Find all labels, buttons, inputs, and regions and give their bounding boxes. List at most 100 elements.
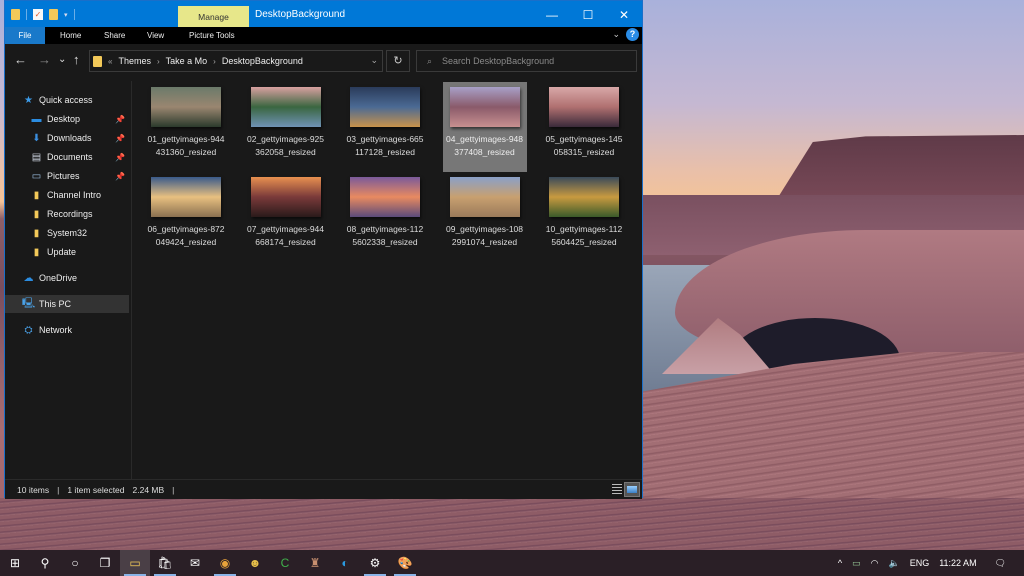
toolbar-divider — [73, 9, 75, 20]
file-item[interactable]: 08_gettyimages-1125602338_resized — [343, 172, 427, 262]
file-item[interactable]: 03_gettyimages-665117128_resized — [343, 82, 427, 172]
breadcrumb-themes[interactable]: Themes — [118, 56, 151, 66]
file-item[interactable]: 07_gettyimages-944668174_resized — [244, 172, 328, 262]
search-button[interactable]: ⚲ — [30, 550, 60, 576]
sidebar-item-documents[interactable]: ▤ Documents 📌 — [5, 148, 129, 166]
sidebar-item-downloads[interactable]: ⬇ Downloads 📌 — [5, 129, 129, 147]
show-hidden-icons-button[interactable]: ^ — [838, 558, 842, 568]
settings-button[interactable]: ⚙ — [360, 550, 390, 576]
breadcrumb-separator[interactable]: › — [213, 57, 216, 66]
recent-locations-button[interactable]: ⌄ — [58, 54, 66, 65]
back-button[interactable]: ← — [14, 52, 27, 67]
volume-icon[interactable]: 🔈 — [888, 558, 899, 569]
breadcrumb-overflow[interactable]: « — [108, 57, 112, 66]
customize-toolbar-icon[interactable]: ▾ — [64, 11, 68, 19]
tab-picture-tools[interactable]: Picture Tools — [189, 27, 235, 44]
download-icon: ⬇ — [32, 132, 41, 144]
navigation-bar: ← → ⌄ ↑ « Themes › Take a Mo › DesktopBa… — [5, 45, 642, 77]
sidebar-item-network[interactable]: ⛭ Network — [5, 321, 129, 339]
language-indicator[interactable]: ENG — [910, 558, 930, 568]
file-explorer-button[interactable]: ▭ — [120, 550, 150, 576]
file-name: 04_gettyimages-948377408_resized — [445, 134, 524, 157]
pin-icon[interactable]: 📌 — [115, 153, 125, 162]
tab-share[interactable]: Share — [104, 27, 125, 44]
desktop-icon: ▬ — [31, 113, 42, 125]
wifi-icon[interactable]: ◠ — [871, 558, 879, 569]
task-view-button[interactable]: ❐ — [90, 550, 120, 576]
tab-view[interactable]: View — [147, 27, 164, 44]
chrome-button[interactable]: ◉ — [210, 550, 240, 576]
file-item[interactable]: 06_gettyimages-872049424_resized — [144, 172, 228, 262]
help-icon[interactable]: ? — [626, 28, 639, 41]
star-icon: ★ — [24, 94, 33, 106]
close-button[interactable]: ✕ — [606, 1, 642, 29]
start-button[interactable]: ⊞ — [0, 550, 30, 576]
pin-icon[interactable]: 📌 — [115, 115, 125, 124]
file-name: 01_gettyimages-944431360_resized — [147, 134, 225, 157]
sidebar-item-channel-intro[interactable]: ▮ Channel Intro — [5, 186, 129, 204]
file-item[interactable]: 04_gettyimages-948377408_resized — [442, 82, 527, 172]
edge-button[interactable]: ◐ — [330, 550, 360, 576]
file-item[interactable]: 09_gettyimages-1082991074_resized — [443, 172, 527, 262]
forward-button[interactable]: → — [38, 52, 51, 67]
expand-ribbon-icon[interactable]: ⌄ — [612, 29, 620, 40]
sidebar-item-label: Network — [39, 325, 73, 335]
store-button[interactable]: 🛍 — [150, 550, 180, 576]
refresh-button[interactable]: ↻ — [386, 50, 410, 72]
title-bar[interactable]: ✓ ▾ Manage DesktopBackground — ☐ ✕ — [5, 1, 642, 29]
paint-button[interactable]: 🎨 — [390, 550, 420, 576]
status-divider: | — [57, 484, 60, 495]
minimize-button[interactable]: — — [534, 1, 570, 29]
search-placeholder: Search DesktopBackground — [442, 56, 555, 66]
file-item[interactable]: 05_gettyimages-145058315_resized — [542, 82, 626, 172]
notifications-icon[interactable]: 🗨 — [995, 558, 1006, 569]
documents-icon: ▤ — [31, 151, 42, 163]
clock[interactable]: 11:22 AM — [939, 558, 976, 568]
app-button-2[interactable]: ♜ — [300, 550, 330, 576]
sidebar-item-recordings[interactable]: ▮ Recordings — [5, 205, 129, 223]
thumbnail-image — [250, 177, 321, 217]
taskbar: ⊞ ⚲ ○ ❐ ▭ 🛍 ✉ ◉ ☻ C ♜ ◐ ⚙ 🎨 ^ ▭ ◠ 🔈 ENG 11:22 AM 🗨 — [0, 550, 1024, 576]
pin-icon[interactable]: 📌 — [115, 172, 125, 181]
battery-icon[interactable]: ▭ — [852, 558, 861, 569]
computer-icon: 🖳 — [21, 297, 36, 309]
breadcrumb-separator[interactable]: › — [157, 57, 160, 66]
file-item[interactable]: 10_gettyimages-1125604425_resized — [542, 172, 626, 262]
file-item[interactable]: 01_gettyimages-944431360_resized — [144, 82, 228, 172]
sidebar-item-pictures[interactable]: ▭ Pictures 📌 — [5, 167, 129, 185]
sidebar-item-desktop[interactable]: ▬ Desktop 📌 — [5, 110, 129, 128]
thumbnail-image — [449, 87, 520, 127]
tab-file[interactable]: File — [5, 27, 45, 44]
sidebar-item-update[interactable]: ▮ Update — [5, 243, 129, 261]
camtasia-button[interactable]: C — [270, 550, 300, 576]
pin-icon[interactable]: 📌 — [115, 134, 125, 143]
breadcrumb-desktopbackground[interactable]: DesktopBackground — [222, 56, 303, 66]
sidebar-item-label: Pictures — [47, 171, 80, 181]
address-dropdown-icon[interactable]: ⌄ — [370, 55, 378, 66]
large-icons-view-button[interactable] — [624, 482, 640, 497]
app-button[interactable]: ☻ — [240, 550, 270, 576]
sidebar-item-this-pc[interactable]: 🖳 This PC — [5, 295, 129, 313]
cortana-button[interactable]: ○ — [60, 550, 90, 576]
address-bar[interactable]: « Themes › Take a Mo › DesktopBackground… — [89, 50, 383, 72]
details-view-button[interactable] — [612, 484, 622, 495]
sidebar-item-onedrive[interactable]: ☁ OneDrive — [5, 269, 129, 287]
file-item[interactable]: 02_gettyimages-925362058_resized — [244, 82, 328, 172]
maximize-button[interactable]: ☐ — [570, 1, 606, 29]
up-button[interactable]: ↑ — [73, 52, 80, 67]
properties-icon[interactable]: ✓ — [33, 9, 43, 20]
thumbnail-image — [549, 177, 619, 217]
new-folder-icon[interactable] — [49, 9, 58, 20]
manage-context-tab[interactable]: Manage — [178, 6, 249, 27]
sidebar-item-quick-access[interactable]: ★ Quick access — [5, 91, 129, 109]
search-input[interactable]: ⌕ Search DesktopBackground — [416, 50, 637, 72]
folder-icon — [11, 9, 20, 20]
folder-icon — [93, 55, 102, 67]
breadcrumb-take-a-mo[interactable]: Take a Mo — [166, 56, 208, 66]
thumbnail-image — [250, 87, 321, 127]
tab-home[interactable]: Home — [60, 27, 81, 44]
sidebar-item-label: Downloads — [47, 133, 92, 143]
sidebar-item-system32[interactable]: ▮ System32 — [5, 224, 129, 242]
folder-icon: ▮ — [33, 227, 40, 239]
mail-button[interactable]: ✉ — [180, 550, 210, 576]
